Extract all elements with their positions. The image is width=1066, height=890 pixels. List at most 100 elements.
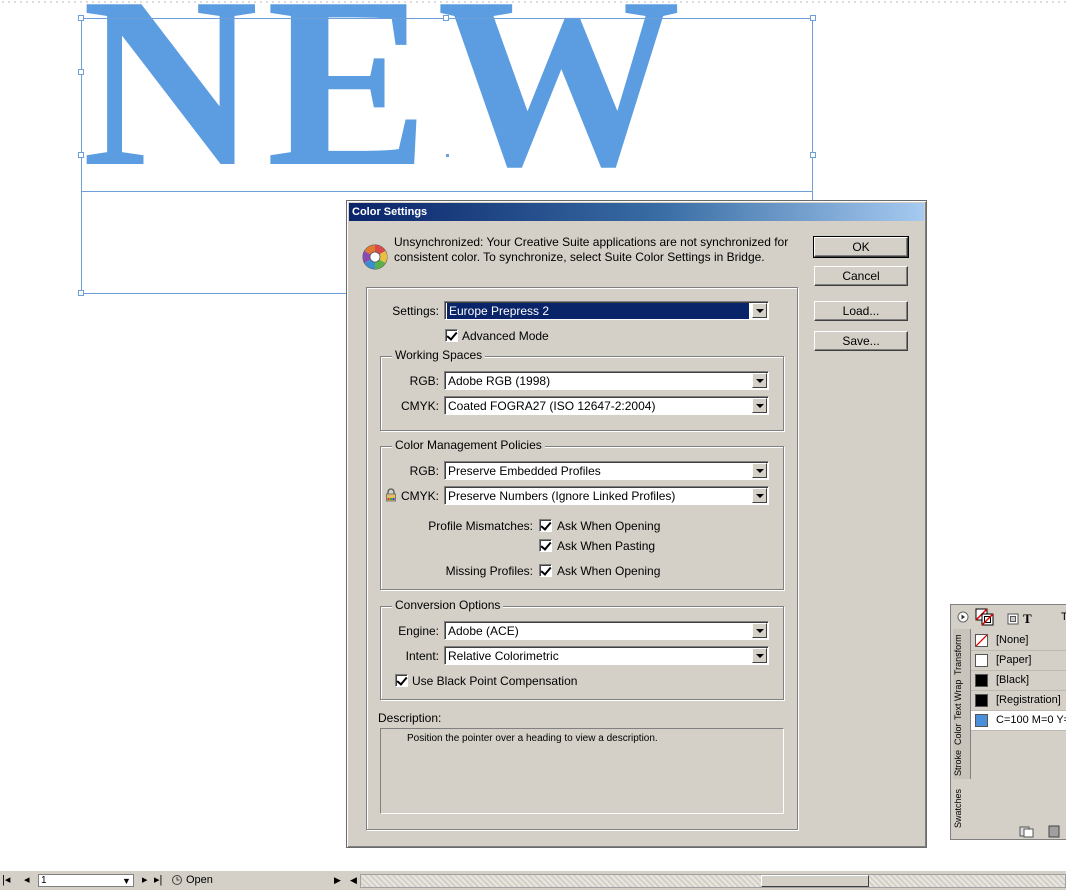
swatch-chip — [975, 694, 988, 707]
frame-center-point — [446, 154, 449, 157]
frame-handle[interactable] — [443, 15, 449, 21]
settings-value: Europe Prepress 2 — [447, 303, 749, 319]
policy-rgb-select[interactable]: Preserve Embedded Profiles — [444, 461, 769, 480]
open-doc-icon[interactable] — [171, 874, 183, 886]
advanced-mode-checkbox[interactable] — [445, 329, 458, 342]
page-number-field[interactable]: 1 — [38, 874, 134, 887]
tab-transform[interactable]: Transform — [953, 631, 971, 679]
ws-cmyk-label: CMYK: — [400, 399, 439, 413]
ws-cmyk-select[interactable]: Coated FOGRA27 (ISO 12647-2:2004) — [444, 396, 769, 415]
engine-select[interactable]: Adobe (ACE) — [444, 621, 769, 640]
panel-tab-strip: Swatches Stroke Color Text Wrap Transfor… — [953, 629, 971, 837]
missing-profiles-label: Missing Profiles: — [445, 564, 533, 578]
save-button[interactable]: Save... — [814, 331, 908, 351]
dialog-title[interactable]: Color Settings — [349, 203, 924, 221]
swatch-name: [Black] — [996, 674, 1030, 686]
policy-cmyk-select[interactable]: Preserve Numbers (Ignore Linked Profiles… — [444, 486, 769, 505]
first-page-icon[interactable]: |◂ — [2, 873, 10, 887]
ask-opening-label: Ask When Opening — [557, 519, 661, 533]
frame-handle[interactable] — [78, 290, 84, 296]
description-box: Position the pointer over a heading to v… — [380, 728, 784, 814]
swatch-name: C=100 M=0 Y=0 — [996, 714, 1066, 726]
color-settings-dialog: Color Settings Unsynchronized: Your Crea… — [346, 200, 927, 848]
text-formatting-icon[interactable]: T — [1023, 611, 1032, 627]
color-wheel-icon — [362, 244, 388, 270]
scroll-left-icon[interactable]: ◀ — [350, 873, 357, 887]
tab-color[interactable]: Color — [953, 721, 971, 747]
swatch-name: [Registration] — [996, 694, 1061, 706]
tab-swatches[interactable]: Swatches — [953, 779, 971, 837]
open-label[interactable]: Open — [186, 873, 213, 887]
chevron-down-icon[interactable] — [752, 463, 767, 478]
missing-ask-opening-label: Ask When Opening — [557, 564, 661, 578]
load-button[interactable]: Load... — [814, 301, 908, 321]
cancel-button[interactable]: Cancel — [814, 266, 908, 286]
profile-mismatches-label: Profile Mismatches: — [428, 519, 533, 533]
swatch-list: [None] [Paper] [Black] [Registration] C=… — [971, 629, 1066, 825]
chevron-down-icon[interactable] — [752, 623, 767, 638]
settings-label: Settings: — [392, 304, 439, 318]
last-page-icon[interactable]: ▸| — [154, 873, 162, 887]
swatch-row[interactable]: [Paper] — [971, 651, 1066, 671]
delete-swatch-icon[interactable] — [1047, 825, 1061, 838]
ask-opening-checkbox[interactable] — [539, 519, 552, 532]
ws-rgb-select[interactable]: Adobe RGB (1998) — [444, 371, 769, 390]
swatch-chip — [975, 674, 988, 687]
container-icon[interactable] — [1007, 613, 1019, 625]
next-page-icon[interactable]: ▸ — [142, 873, 148, 887]
ok-button[interactable]: OK — [813, 236, 909, 258]
working-spaces-title: Working Spaces — [392, 348, 486, 362]
horizontal-scrollbar[interactable] — [360, 874, 1066, 888]
chevron-down-icon[interactable] — [752, 373, 767, 388]
panel-menu-icon[interactable] — [957, 611, 969, 623]
chevron-down-icon[interactable] — [752, 398, 767, 413]
ask-pasting-label: Ask When Pasting — [557, 539, 656, 553]
settings-select[interactable]: Europe Prepress 2 — [444, 301, 769, 320]
scroll-thumb[interactable] — [761, 875, 869, 887]
black-point-label: Use Black Point Compensation — [412, 674, 578, 688]
status-bar: |◂ ◂ 1 ▼ ▸ ▸| Open ▶ ◀ — [0, 870, 1066, 890]
open-menu-arrow-icon[interactable]: ▶ — [334, 873, 341, 887]
fill-stroke-icon[interactable] — [975, 608, 995, 626]
description-label: Description: — [378, 711, 442, 725]
swatches-panel: T T Swatches Stroke Color Text Wrap Tran… — [950, 604, 1066, 840]
engine-value: Adobe (ACE) — [448, 624, 519, 638]
swatch-chip — [975, 654, 988, 667]
swatch-header-t: T — [1061, 611, 1066, 623]
chevron-down-icon[interactable] — [752, 648, 767, 663]
swatch-chip — [975, 714, 988, 727]
frame-handle[interactable] — [78, 69, 84, 75]
engine-label: Engine: — [398, 624, 439, 638]
swatch-name: [Paper] — [996, 654, 1032, 666]
chevron-down-icon[interactable] — [752, 303, 767, 318]
policy-rgb-value: Preserve Embedded Profiles — [448, 464, 601, 478]
chevron-down-icon[interactable]: ▼ — [122, 874, 131, 888]
ws-rgb-value: Adobe RGB (1998) — [448, 374, 551, 388]
prev-page-icon[interactable]: ◂ — [24, 873, 30, 887]
policy-rgb-label: RGB: — [409, 464, 439, 478]
frame-handle[interactable] — [810, 15, 816, 21]
new-swatch-icon[interactable] — [1019, 825, 1035, 838]
ask-pasting-checkbox[interactable] — [539, 539, 552, 552]
swatch-row[interactable]: C=100 M=0 Y=0 — [971, 711, 1066, 731]
intent-value: Relative Colorimetric — [448, 649, 559, 663]
swatch-row[interactable]: [None] — [971, 631, 1066, 651]
missing-ask-opening-checkbox[interactable] — [539, 564, 552, 577]
swatch-name: [None] — [996, 634, 1029, 646]
policy-cmyk-label: CMYK: — [400, 489, 439, 503]
description-text: Position the pointer over a heading to v… — [407, 733, 658, 744]
ws-cmyk-value: Coated FOGRA27 (ISO 12647-2:2004) — [448, 399, 656, 413]
sync-warning-text: Unsynchronized: Your Creative Suite appl… — [394, 235, 789, 264]
frame-handle[interactable] — [810, 152, 816, 158]
frame-handle[interactable] — [78, 15, 84, 21]
tab-stroke[interactable]: Stroke — [953, 747, 971, 779]
swatch-row[interactable]: [Black] — [971, 671, 1066, 691]
policy-cmyk-value: Preserve Numbers (Ignore Linked Profiles… — [448, 489, 676, 503]
policies-title: Color Management Policies — [392, 438, 545, 452]
tab-text-wrap[interactable]: Text Wrap — [953, 679, 971, 721]
chevron-down-icon[interactable] — [752, 488, 767, 503]
frame-handle[interactable] — [78, 152, 84, 158]
intent-select[interactable]: Relative Colorimetric — [444, 646, 769, 665]
swatch-row[interactable]: [Registration] — [971, 691, 1066, 711]
black-point-checkbox[interactable] — [395, 674, 408, 687]
